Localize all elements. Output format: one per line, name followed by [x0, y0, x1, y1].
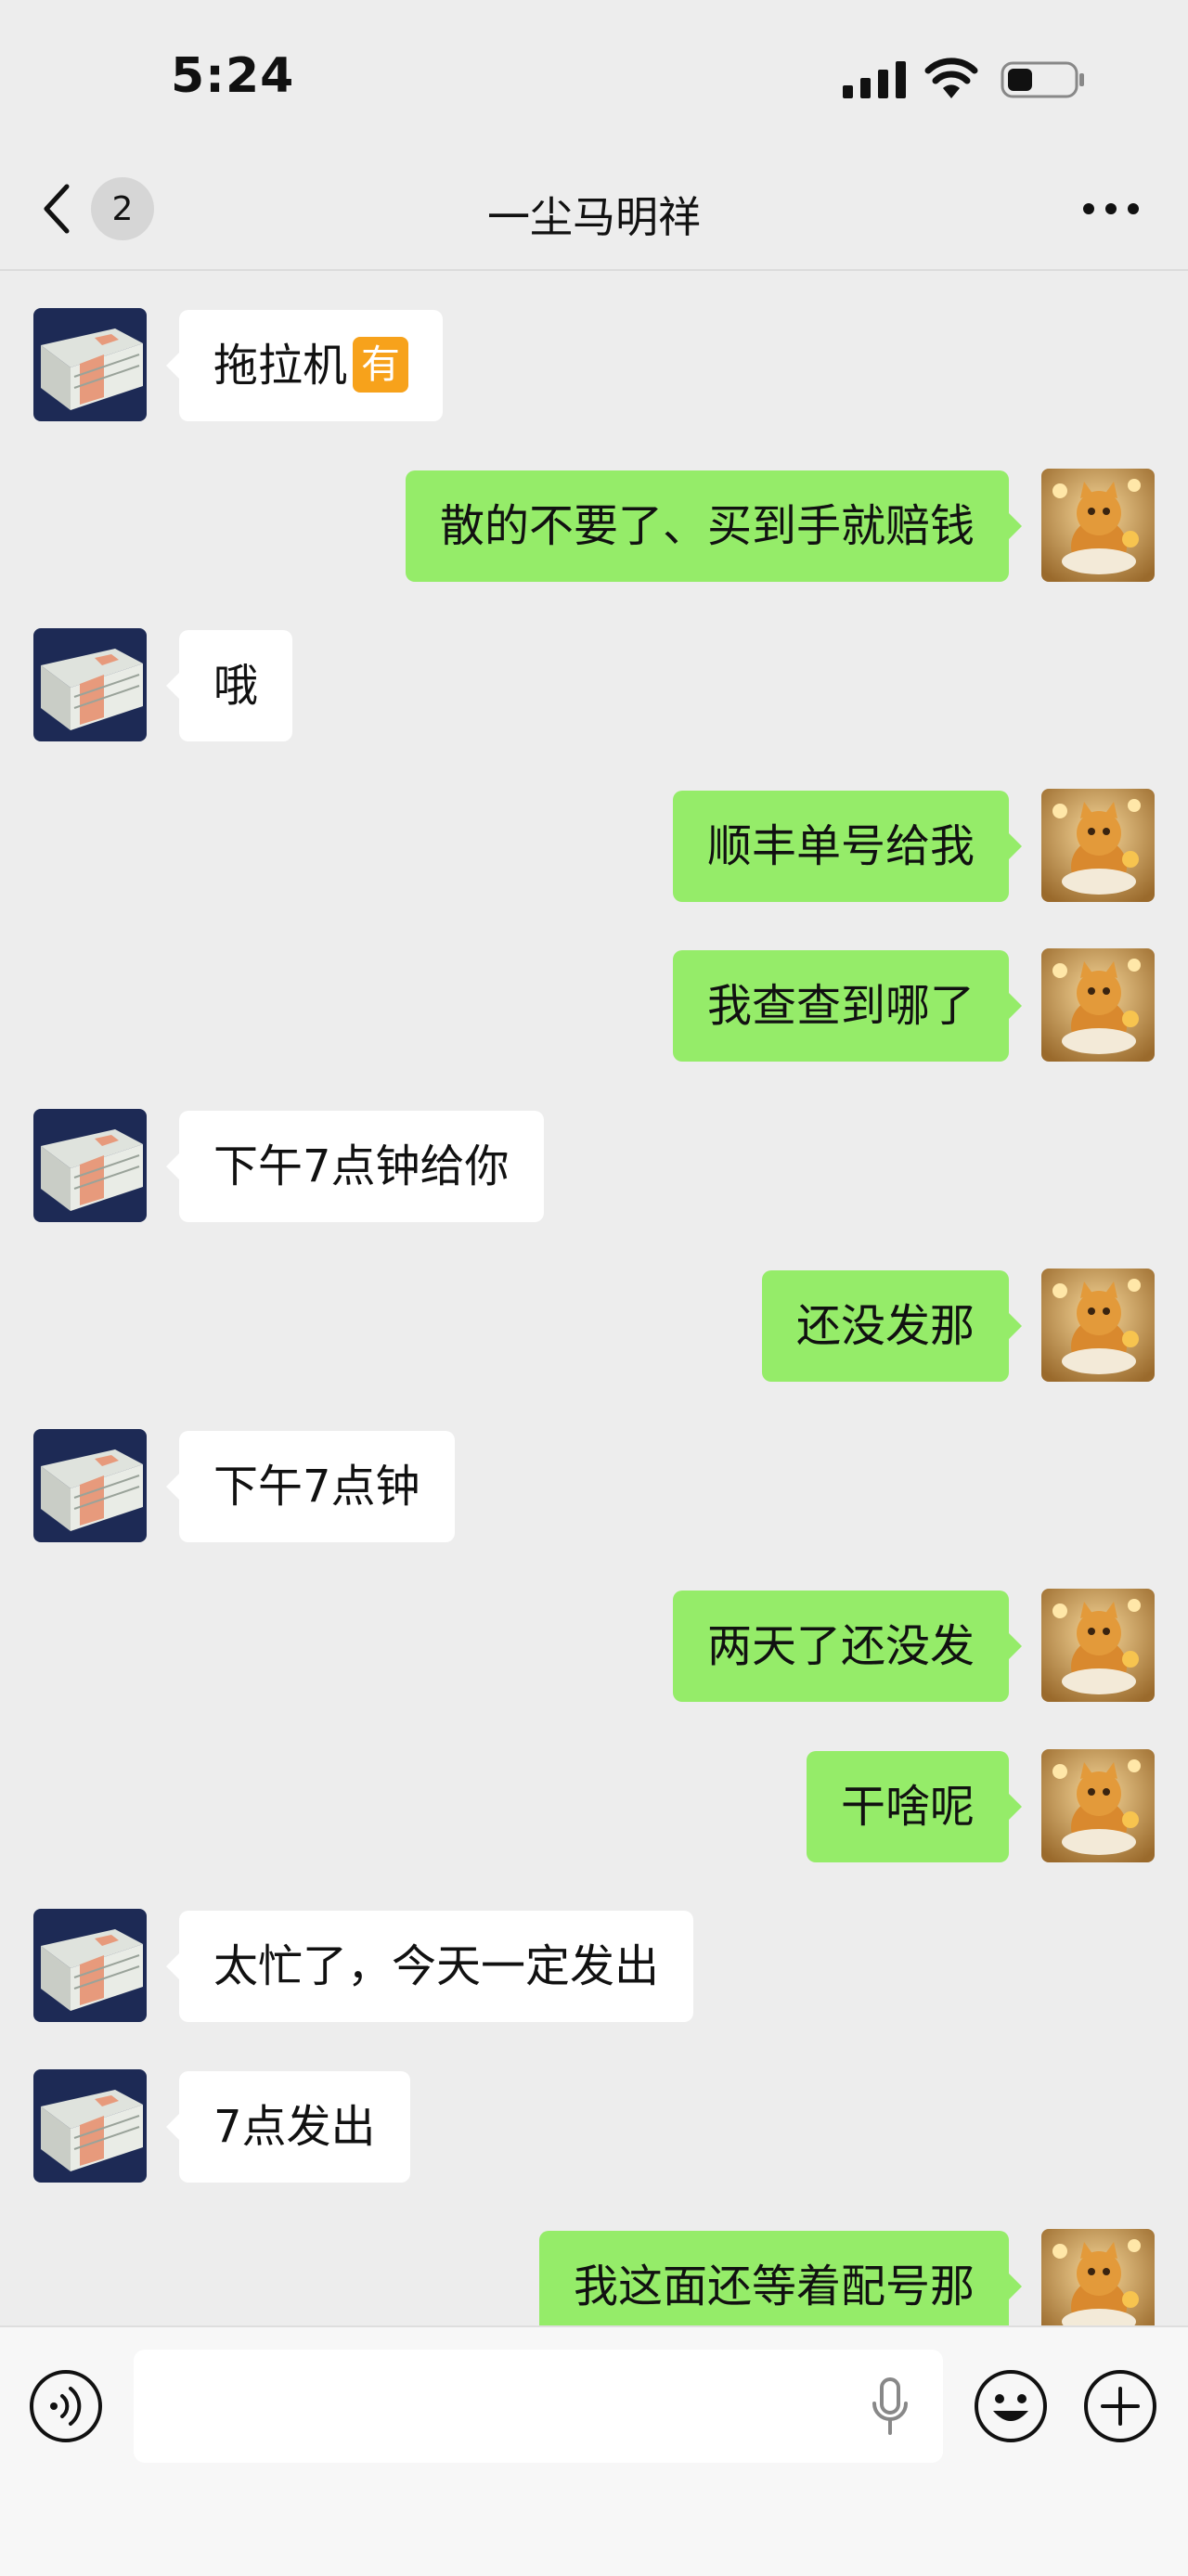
- outgoing-message: 干啥呢: [0, 1742, 1188, 1862]
- message-bubble[interactable]: 还没发那: [761, 1270, 1023, 1382]
- battery-icon: [1001, 61, 1084, 98]
- wifi-icon: [924, 58, 978, 98]
- plus-icon[interactable]: [1082, 2368, 1158, 2444]
- chat-title: 一尘马明祥: [487, 192, 701, 242]
- message-text: 哦: [213, 660, 259, 712]
- outgoing-message: 还没发那: [0, 1261, 1188, 1382]
- contact-avatar[interactable]: [33, 628, 147, 741]
- contact-avatar[interactable]: [33, 2068, 147, 2183]
- contact-avatar[interactable]: [33, 1909, 147, 2022]
- outgoing-message: 我查查到哪了: [0, 941, 1188, 1062]
- message-text: 我这面还等着配号那: [573, 2260, 975, 2312]
- message-bubble[interactable]: 两天了还没发: [672, 1591, 1023, 1702]
- my-avatar[interactable]: [1041, 2229, 1155, 2325]
- outgoing-message: 两天了还没发: [0, 1581, 1188, 1702]
- contact-avatar[interactable]: [33, 308, 147, 421]
- more-dots-icon[interactable]: [1077, 186, 1145, 232]
- status-bar: 5:24: [0, 0, 1188, 148]
- message-bubble[interactable]: 拖拉机有: [165, 310, 444, 421]
- message-text: 7点发出: [213, 2100, 376, 2153]
- incoming-message: 下午7点钟: [0, 1422, 1188, 1542]
- message-bubble[interactable]: 太忙了，今天一定发出: [165, 1911, 694, 2022]
- my-avatar[interactable]: [1041, 1269, 1155, 1382]
- message-bubble[interactable]: 顺丰单号给我: [672, 790, 1023, 902]
- message-bubble[interactable]: 下午7点钟给你: [166, 1110, 544, 1222]
- emoji-icon[interactable]: [973, 2368, 1049, 2444]
- message-text: 散的不要了、买到手就赔钱: [439, 499, 975, 552]
- chat-message-list[interactable]: 拖拉机有 散的不要了、买到手就赔钱 哦 顺丰单号给我 我查查到哪了 下午7点钟给…: [0, 271, 1188, 2325]
- message-text: 我查查到哪了: [706, 980, 975, 1032]
- contact-avatar[interactable]: [33, 1108, 147, 1222]
- my-avatar[interactable]: [1041, 468, 1155, 582]
- message-text: 下午7点钟: [213, 1460, 420, 1513]
- outgoing-message: 顺丰单号给我: [0, 781, 1188, 902]
- incoming-message: 拖拉机有: [0, 301, 1188, 421]
- message-bubble[interactable]: 散的不要了、买到手就赔钱: [405, 470, 1023, 582]
- message-text: 两天了还没发: [706, 1620, 975, 1672]
- input-bar: [0, 2325, 1188, 2576]
- message-bubble[interactable]: 下午7点钟: [166, 1430, 455, 1542]
- signal-icon: [843, 61, 906, 98]
- my-avatar[interactable]: [1041, 1589, 1155, 1702]
- message-text: 下午7点钟给你: [213, 1140, 510, 1192]
- incoming-message: 下午7点钟给你: [0, 1101, 1188, 1222]
- voice-icon[interactable]: [28, 2368, 104, 2444]
- message-bubble[interactable]: 7点发出: [166, 2070, 410, 2183]
- my-avatar[interactable]: [1041, 1748, 1155, 1862]
- message-bubble[interactable]: 我这面还等着配号那: [538, 2231, 1023, 2325]
- microphone-icon[interactable]: [869, 2377, 911, 2437]
- my-avatar[interactable]: [1041, 948, 1155, 1062]
- outgoing-message: 我这面还等着配号那: [0, 2222, 1188, 2325]
- incoming-message: 7点发出: [0, 2062, 1188, 2183]
- incoming-message: 哦: [0, 621, 1188, 741]
- message-bubble[interactable]: 哦: [165, 630, 293, 741]
- message-input[interactable]: [134, 2350, 943, 2463]
- outgoing-message: 散的不要了、买到手就赔钱: [0, 461, 1188, 582]
- my-avatar[interactable]: [1041, 788, 1155, 902]
- message-bubble[interactable]: 我查查到哪了: [672, 950, 1023, 1062]
- nav-bar: 2 一尘马明祥: [0, 148, 1188, 271]
- incoming-message: 太忙了，今天一定发出: [0, 1901, 1188, 2022]
- message-text: 干啥呢: [840, 1780, 975, 1833]
- message-text: 拖拉机: [213, 340, 348, 392]
- you-emoji-icon: 有: [353, 337, 409, 393]
- message-text: 太忙了，今天一定发出: [213, 1940, 660, 1992]
- message-text: 还没发那: [795, 1300, 975, 1352]
- status-time: 5:24: [171, 48, 295, 104]
- message-text: 顺丰单号给我: [706, 819, 975, 872]
- contact-avatar[interactable]: [33, 1428, 147, 1542]
- message-bubble[interactable]: 干啥呢: [806, 1750, 1023, 1862]
